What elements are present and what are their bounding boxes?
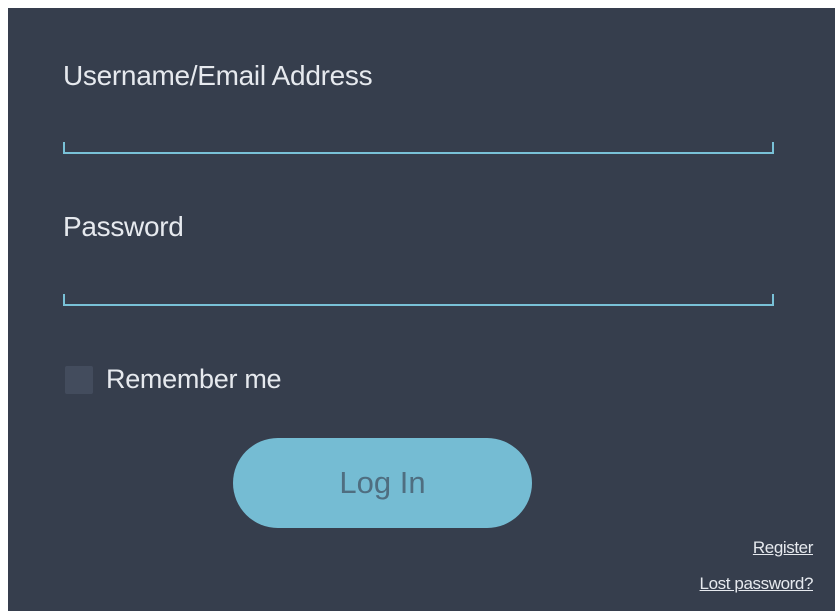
lost-password-link[interactable]: Lost password? [700,574,814,594]
remember-me-checkbox[interactable] [65,365,93,394]
username-input[interactable] [63,136,774,154]
remember-me-row[interactable]: Remember me [65,364,282,395]
username-label: Username/Email Address [63,60,373,91]
login-panel: Username/Email Address Password Remember… [8,8,835,611]
password-label: Password [63,211,184,242]
username-input-right-tick [772,142,774,152]
password-input-left-tick [63,294,65,304]
username-input-left-tick [63,142,65,152]
login-button[interactable]: Log In [233,438,532,528]
password-input[interactable] [63,288,774,306]
register-link[interactable]: Register [753,538,814,558]
remember-me-label: Remember me [106,364,282,394]
password-input-right-tick [772,294,774,304]
